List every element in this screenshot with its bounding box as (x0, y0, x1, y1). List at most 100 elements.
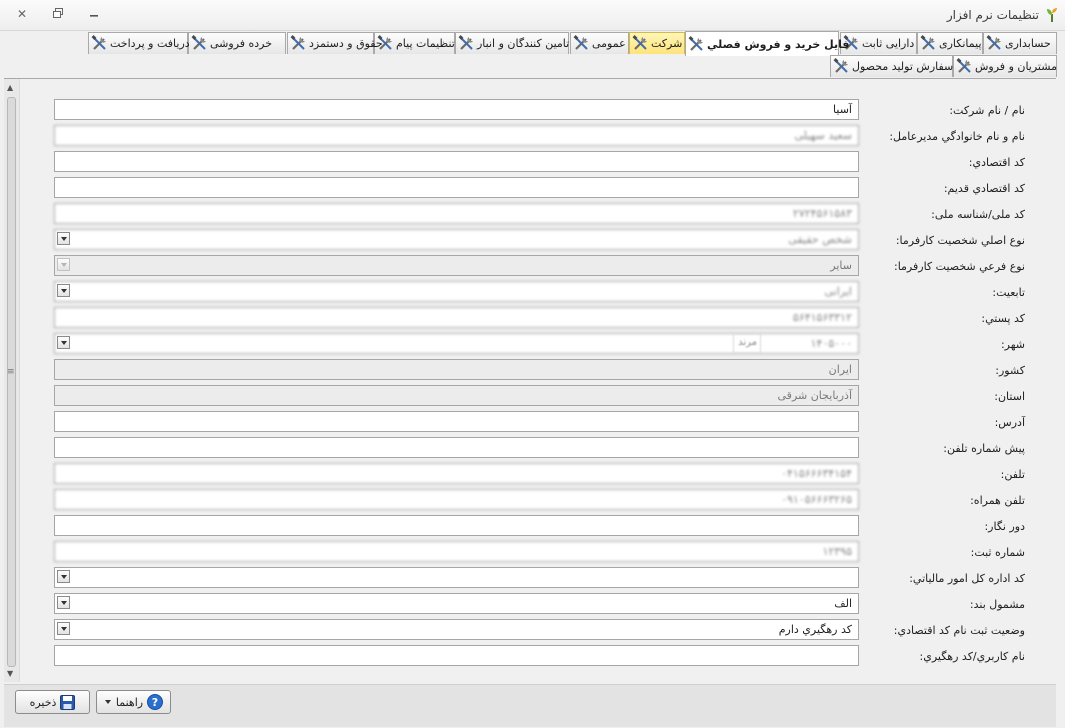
text-field[interactable] (54, 645, 859, 666)
tab-label: سفارش تولید محصول (852, 60, 954, 73)
form-row: نام کاربري/کد رهگيري: (0, 645, 1065, 667)
text-field[interactable]: آسیا (54, 99, 859, 120)
field-label: نوع اصلي شخصيت کارفرما: (895, 234, 1025, 247)
tab-label: حسابداری (1005, 37, 1051, 50)
dropdown-field[interactable]: الف (54, 593, 859, 614)
text-field[interactable]: ۰۴۱۵۶۶۶۳۴۱۵۴ (54, 463, 859, 484)
tab-label: تامین کنندگان و انبار (477, 37, 570, 50)
dropdown-button[interactable] (57, 336, 70, 349)
tools-icon (920, 35, 935, 50)
form-row: نوع اصلي شخصيت کارفرما: شخص حقیقی (0, 229, 1065, 251)
form-row: نوع فرعي شخصيت کارفرما: سایر (0, 255, 1065, 277)
dropdown-button[interactable] (57, 622, 70, 635)
form-row: تابعيت: ایرانی (0, 281, 1065, 303)
tab-label: دارایی ثابت (862, 37, 915, 50)
tab-label: تنظیمات پیام (396, 37, 455, 50)
dropdown-button[interactable] (57, 570, 70, 583)
tools-icon (986, 35, 1001, 50)
field-label: وضعیت ثبت نام کد اقتصادي: (893, 624, 1025, 637)
text-field[interactable]: ۵۶۴۱۵۶۳۳۱۲ (54, 307, 859, 328)
field-label: شماره ثبت: (970, 546, 1025, 559)
tab-tabs_row1-9[interactable]: خرده فروشی (188, 32, 286, 54)
tools-icon (91, 35, 106, 50)
tab-tabs_row2-0[interactable]: مشتریان و فروش (953, 55, 1057, 77)
form-row: کد اداره کل امور مالياتي: (0, 567, 1065, 589)
field-label: کد اقتصادي قدیم: (943, 182, 1025, 195)
text-field: ایران (54, 359, 859, 380)
scroll-up-icon[interactable]: ▲ (7, 83, 13, 92)
text-field[interactable] (54, 515, 859, 536)
dropdown-button[interactable] (57, 232, 70, 245)
tab-tabs_row1-8[interactable]: حقوق و دستمزد (287, 32, 383, 54)
text-field[interactable] (54, 437, 859, 458)
tab-tabs_row1-0[interactable]: حسابداری (983, 32, 1057, 54)
dropdown-field[interactable] (54, 567, 859, 588)
tools-icon (458, 35, 473, 50)
text-field[interactable] (54, 177, 859, 198)
help-icon: ? (147, 694, 164, 710)
form-row: پيش شماره تلفن: (0, 437, 1065, 459)
dropdown-button (57, 258, 70, 271)
text-field[interactable] (54, 151, 859, 172)
field-label: کد اقتصادي: (968, 156, 1025, 169)
save-icon (60, 694, 76, 710)
tab-tabs_row2-1[interactable]: سفارش تولید محصول (830, 55, 953, 77)
tab-label: حقوق و دستمزد (309, 37, 383, 50)
field-label: دور نگار: (984, 520, 1025, 533)
dropdown-field[interactable]: کد رهگیري دارم (54, 619, 859, 640)
tab-label: شرکت (651, 37, 683, 50)
tools-icon (956, 58, 971, 73)
minimize-button[interactable] (84, 6, 104, 22)
scroll-down-icon[interactable]: ▼ (7, 669, 13, 678)
text-field: آذربایجان شرقی (54, 385, 859, 406)
text-field[interactable]: ۱۲۳۹۵ (54, 541, 859, 562)
field-label: کد اداره کل امور مالياتي: (909, 572, 1025, 585)
restore-button[interactable] (48, 6, 68, 22)
text-field[interactable]: ۲۷۲۴۵۶۱۵۸۳ (54, 203, 859, 224)
form-row: دور نگار: (0, 515, 1065, 537)
tab-tabs_row1-1[interactable]: پیمانکاری (917, 32, 983, 54)
tab-tabs_row1-5[interactable]: عمومی (570, 32, 629, 54)
tab-tabs_row1-2[interactable]: دارایی ثابت (840, 32, 917, 54)
tab-tabs_row1-4[interactable]: شرکت (629, 32, 685, 54)
settings-app-icon (1047, 8, 1057, 22)
text-field[interactable]: سعید سهیلی (54, 125, 859, 146)
form-row: کد اقتصادي قدیم: (0, 177, 1065, 199)
field-label: کد پستي: (981, 312, 1025, 325)
tools-icon (290, 35, 305, 50)
save-button[interactable]: ذخیره (15, 690, 90, 714)
tools-icon (688, 35, 703, 51)
tab-tabs_row1-6[interactable]: تامین کنندگان و انبار (455, 32, 569, 54)
form-row: کد ملی/شناسه ملی: ۲۷۲۴۵۶۱۵۸۳ (0, 203, 1065, 225)
field-label: تلفن همراه: (970, 494, 1025, 507)
form-row: تلفن: ۰۴۱۵۶۶۶۳۴۱۵۴ (0, 463, 1065, 485)
save-button-label: ذخیره (29, 695, 57, 709)
dropdown-field: سایر (54, 255, 859, 276)
form-row: نام و نام خانوادگي مديرعامل: سعید سهیلی (0, 125, 1065, 147)
bottom-toolbar: ذخیره راهنما ? (4, 684, 1056, 727)
help-button-label: راهنما (115, 695, 144, 709)
tab-label: مشتریان و فروش (975, 60, 1057, 73)
dropdown-field[interactable]: شخص حقیقی (54, 229, 859, 250)
form-row: کد اقتصادي: (0, 151, 1065, 173)
tab-tabs_row1-10[interactable]: دریافت و پرداخت (88, 32, 190, 54)
tools-icon (573, 35, 588, 50)
dropdown-button[interactable] (57, 284, 70, 297)
field-label: کشور: (995, 364, 1025, 377)
tab-label: عمومی (592, 37, 626, 50)
dropdown-button[interactable] (57, 596, 70, 609)
chevron-down-icon (104, 700, 111, 704)
tools-icon (632, 35, 647, 50)
close-button[interactable]: ✕ (12, 6, 32, 22)
text-field[interactable] (54, 411, 859, 432)
title-bar: ✕ تنظیمات نرم افزار (0, 0, 1065, 31)
form-row: آدرس: (0, 411, 1065, 433)
field-label: تلفن: (1000, 468, 1025, 481)
text-field[interactable]: ۰۹۱۰۵۶۶۶۳۲۶۵ (54, 489, 859, 510)
form-row: کد پستي: ۵۶۴۱۵۶۳۳۱۲ (0, 307, 1065, 329)
tab-tabs_row1-3[interactable]: فایل خرید و فروش فصلي (685, 31, 849, 56)
tab-tabs_row1-7[interactable]: تنظیمات پیام (374, 32, 455, 54)
field-label: نام / نام شرکت: (949, 104, 1025, 117)
dropdown-field[interactable]: ایرانی (54, 281, 859, 302)
help-button[interactable]: راهنما ? (96, 690, 171, 714)
